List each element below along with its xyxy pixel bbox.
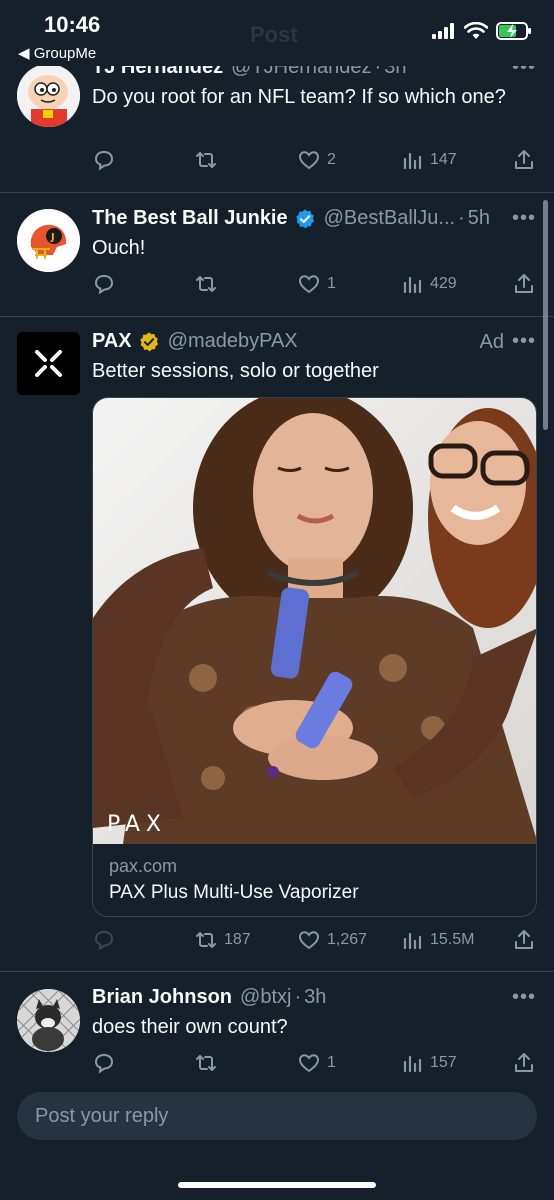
- share-button[interactable]: [512, 1051, 536, 1075]
- avatar[interactable]: J: [17, 209, 80, 272]
- share-icon: [515, 150, 533, 169]
- avatar[interactable]: [17, 989, 80, 1052]
- repost-icon: [196, 932, 216, 948]
- reply-button[interactable]: [92, 148, 116, 172]
- repost-icon: [196, 1055, 216, 1071]
- verified-gold-badge-icon: [139, 331, 158, 351]
- heart-icon: [298, 151, 320, 170]
- tweet-actions: 187 1,267 15.5M: [92, 928, 537, 952]
- ad-tweet[interactable]: PAX @madebyPAX Ad ••• Better sessions, s…: [0, 317, 554, 972]
- handle[interactable]: @madebyPAX: [168, 330, 298, 353]
- battery-charging-icon: [496, 22, 531, 40]
- views-count: 429: [430, 275, 457, 292]
- views-button[interactable]: 147: [400, 148, 457, 172]
- display-name[interactable]: PAX: [92, 330, 132, 353]
- reply-button[interactable]: [92, 928, 116, 952]
- home-indicator[interactable]: [178, 1182, 376, 1188]
- reply-button[interactable]: [92, 272, 116, 296]
- views-chart-icon: [403, 932, 422, 950]
- like-button[interactable]: 2: [297, 148, 336, 172]
- handle[interactable]: @BestBallJu...: [324, 207, 455, 230]
- share-button[interactable]: [512, 272, 536, 296]
- separator-dot: ·: [294, 986, 302, 1008]
- reply-icon: [94, 930, 114, 951]
- separator-dot: ·: [458, 207, 465, 229]
- verified-badge-icon: [295, 208, 314, 228]
- repost-button[interactable]: 187: [194, 928, 251, 952]
- views-count: 15.5M: [430, 931, 475, 948]
- tweet-actions: 1 157: [92, 1051, 537, 1075]
- status-bar: Post 10:46 ◀ GroupMe: [0, 0, 554, 66]
- reply-icon: [94, 274, 114, 295]
- views-button[interactable]: 429: [400, 272, 457, 296]
- repost-button[interactable]: [194, 1051, 218, 1075]
- tweet-2[interactable]: J The Best Ball Junkie @BestBallJu... · …: [0, 193, 554, 317]
- more-options-icon[interactable]: •••: [512, 207, 536, 230]
- share-icon: [515, 1053, 533, 1072]
- views-button[interactable]: 15.5M: [400, 928, 474, 952]
- views-chart-icon: [403, 152, 422, 170]
- tweet-actions: 1 429: [92, 272, 537, 296]
- tweet-actions: 2 147: [92, 148, 537, 172]
- more-options-icon[interactable]: •••: [512, 330, 536, 353]
- reply-placeholder: Post your reply: [35, 1105, 169, 1127]
- tweet-text: Do you root for an NFL team? If so which…: [92, 86, 506, 108]
- heart-icon: [298, 931, 320, 950]
- pax-watermark: PAX: [107, 812, 167, 837]
- advertiser-logo[interactable]: [17, 332, 80, 395]
- views-count: 157: [430, 1054, 457, 1071]
- share-icon: [515, 930, 533, 949]
- tweet-text: Better sessions, solo or together: [92, 360, 379, 382]
- timestamp[interactable]: 5h: [468, 207, 490, 230]
- views-chart-icon: [403, 1055, 422, 1073]
- card-title[interactable]: PAX Plus Multi-Use Vaporizer: [109, 882, 359, 904]
- ad-card[interactable]: PAX pax.com PAX Plus Multi-Use Vaporizer: [92, 397, 537, 917]
- reply-button[interactable]: [92, 1051, 116, 1075]
- views-count: 147: [430, 151, 457, 168]
- display-name[interactable]: Brian Johnson: [92, 986, 232, 1009]
- ad-image[interactable]: PAX: [93, 398, 536, 844]
- reply-icon: [94, 1053, 114, 1074]
- like-count: 2: [327, 151, 336, 168]
- avatar[interactable]: [17, 64, 80, 127]
- reply-input[interactable]: Post your reply: [17, 1092, 537, 1140]
- system-icons: [432, 22, 532, 40]
- like-count: 1,267: [327, 931, 368, 948]
- ad-label: Ad: [479, 331, 504, 353]
- page-title: Post: [250, 22, 298, 47]
- heart-icon: [298, 275, 320, 294]
- ad-photo-illustration: PAX: [93, 398, 536, 844]
- repost-icon: [196, 276, 216, 292]
- like-count: 1: [327, 275, 336, 292]
- repost-button[interactable]: [194, 148, 218, 172]
- share-icon: [515, 274, 533, 293]
- svg-text:J: J: [50, 232, 55, 243]
- like-button[interactable]: 1: [297, 272, 336, 296]
- cellular-signal-icon: [432, 23, 454, 39]
- handle[interactable]: @btxj: [240, 986, 291, 1009]
- scrollbar[interactable]: [543, 200, 548, 430]
- views-button[interactable]: 157: [400, 1051, 457, 1075]
- like-button[interactable]: 1,267: [297, 928, 367, 952]
- share-button[interactable]: [512, 928, 536, 952]
- reply-icon: [94, 150, 114, 171]
- tweet-text: Ouch!: [92, 237, 146, 259]
- like-count: 1: [327, 1054, 336, 1071]
- share-button[interactable]: [512, 148, 536, 172]
- repost-button[interactable]: [194, 272, 218, 296]
- tweet-4[interactable]: Brian Johnson @btxj · 3h ••• does their …: [0, 972, 554, 1080]
- tweet-text: does their own count?: [92, 1016, 288, 1038]
- display-name[interactable]: The Best Ball Junkie: [92, 207, 288, 230]
- timestamp[interactable]: 3h: [304, 986, 326, 1009]
- repost-icon: [196, 152, 216, 168]
- card-domain[interactable]: pax.com: [109, 856, 177, 877]
- heart-icon: [298, 1054, 320, 1073]
- back-to-app-link[interactable]: ◀ GroupMe: [18, 44, 96, 62]
- like-button[interactable]: 1: [297, 1051, 336, 1075]
- clock: 10:46: [44, 12, 101, 37]
- repost-count: 187: [224, 931, 251, 948]
- wifi-icon: [464, 22, 488, 39]
- views-chart-icon: [403, 276, 422, 294]
- more-options-icon[interactable]: •••: [512, 986, 536, 1009]
